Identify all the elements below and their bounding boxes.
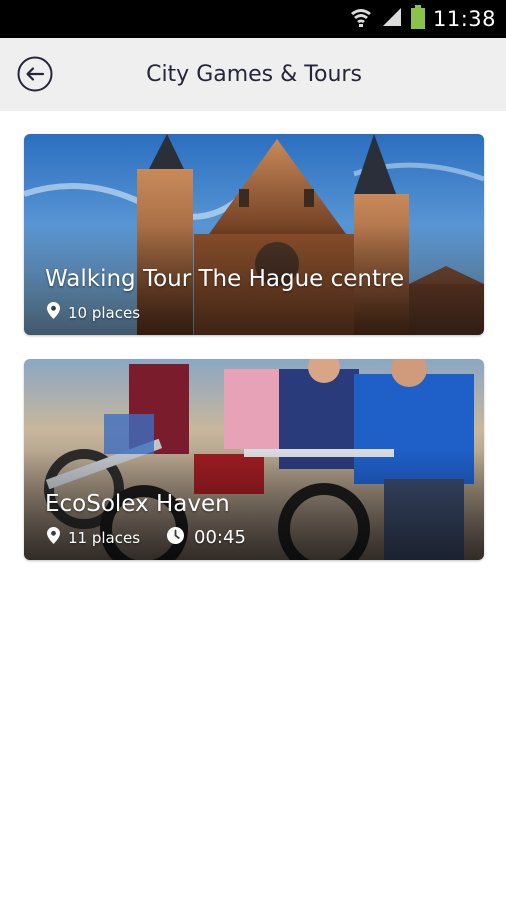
tour-card-ecosolex[interactable]: EcoSolex Haven 11 places 00:45 (24, 359, 484, 560)
places-label: 10 places (68, 303, 141, 322)
places-count: 11 places (47, 527, 140, 548)
app-bar: City Games & Tours (0, 38, 506, 111)
places-label: 11 places (68, 528, 141, 547)
wifi-icon (349, 6, 373, 32)
tour-title: Walking Tour The Hague centre (45, 266, 405, 292)
clock-icon (167, 527, 185, 548)
tour-title: EcoSolex Haven (45, 491, 230, 517)
location-pin-icon (47, 302, 60, 323)
location-pin-icon (47, 527, 60, 548)
duration-label: 00:45 (194, 527, 246, 548)
tour-meta: 11 places 00:45 (47, 527, 246, 548)
status-icons: 11:38 (349, 0, 496, 38)
duration: 00:45 (167, 527, 246, 548)
status-bar: 11:38 (0, 0, 506, 38)
places-count: 10 places (47, 302, 140, 323)
cell-signal-icon (381, 6, 403, 32)
page-title: City Games & Tours (146, 62, 362, 87)
battery-icon (410, 5, 425, 33)
tour-card-walking[interactable]: Walking Tour The Hague centre 10 places (24, 134, 484, 335)
status-time: 11:38 (432, 7, 496, 31)
tour-meta: 10 places (47, 302, 140, 323)
